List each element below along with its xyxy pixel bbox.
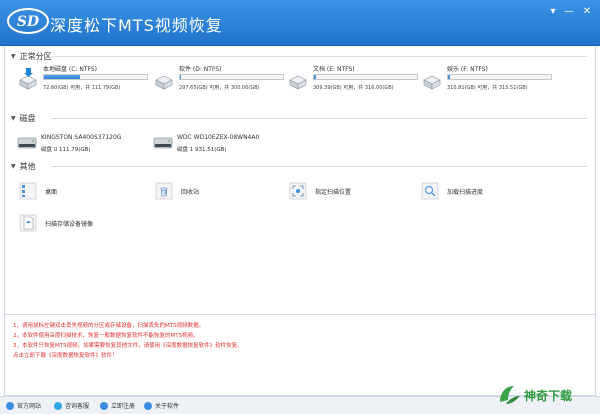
disk-0[interactable]: KINGSTON SA400S37120G 磁盘 0 111.79(GB) — [17, 132, 157, 158]
other-label: 指定扫描位置 — [315, 189, 352, 196]
disk-image-icon — [19, 214, 37, 232]
section-title: 其他 — [19, 161, 36, 171]
about-link[interactable]: 关于软件 — [144, 401, 179, 410]
watermark: 神奇下载 — [496, 382, 592, 408]
load-progress-icon — [421, 182, 439, 200]
partition-e[interactable]: 文档 (E: NTFS) 309.39(GB) 可用，共 316.00(GB) — [287, 64, 427, 98]
usage-bar — [313, 74, 418, 80]
other-recycle-bin[interactable]: 回收站 — [155, 182, 275, 202]
disk-model: KINGSTON SA400S37120G — [41, 134, 122, 141]
other-label: 回收站 — [181, 189, 200, 196]
note-line: 1，请用鼠标左键双击丢失视频的分区或存储设备，扫描丢失的MTS视频数据。 — [13, 323, 205, 329]
register-link[interactable]: 立即注册 — [100, 401, 135, 410]
divider — [51, 166, 587, 167]
scan-location-icon — [289, 182, 307, 200]
section-title: 正常分区 — [19, 51, 52, 61]
partition-c[interactable]: 本地磁盘 (C: NTFS) 72.60(GB) 可用，共 111.79(GB) — [17, 64, 157, 98]
footer-label: 立即注册 — [111, 403, 136, 410]
section-partitions: ▼ 正常分区 — [11, 50, 591, 62]
app-title: 深度松下MTS视频恢复 — [50, 16, 223, 35]
chevron-down-icon[interactable]: ▼ — [11, 53, 16, 60]
other-label: 桌面 — [45, 189, 58, 196]
close-button[interactable]: ✕ — [580, 6, 594, 18]
disk-1[interactable]: WDC WD10EZEX-08WN4A0 磁盘 1 931.51(GB) — [153, 132, 293, 158]
desktop-icon — [19, 182, 37, 200]
usage-bar-fill — [44, 75, 81, 79]
main-panel: ▼ 正常分区 本地磁盘 (C: NTFS) 72.60(GB) 可用，共 111… — [4, 46, 596, 314]
usage-bar — [447, 74, 552, 80]
other-load-progress[interactable]: 加载扫描进度 — [421, 182, 551, 202]
divider — [51, 118, 587, 119]
disk-info: 磁盘 0 111.79(GB) — [41, 147, 91, 153]
usage-bar-fill — [448, 75, 451, 79]
drive-icon — [289, 75, 307, 90]
drive-icon — [19, 68, 37, 90]
footer-label: 官方网站 — [17, 403, 42, 410]
partition-name: 软件 (D: NTFS) — [179, 66, 222, 73]
drive-icon — [423, 75, 441, 90]
drive-icon — [155, 75, 173, 90]
chevron-down-icon[interactable]: ▼ — [11, 163, 16, 170]
hard-disk-icon — [17, 137, 37, 149]
disk-info: 磁盘 1 931.51(GB) — [177, 147, 227, 153]
other-desktop[interactable]: 桌面 — [19, 182, 139, 202]
note-line: 2，本软件使用深度扫描技术，恢复一般数据恢复软件不能恢复的MTS视频。 — [13, 333, 199, 339]
app-logo-icon: SD — [7, 8, 49, 34]
website-link[interactable]: 官方网站 — [6, 401, 41, 410]
section-others: ▼ 其他 — [11, 160, 591, 172]
other-label: 扫描存储设备镜像 — [45, 221, 94, 228]
minimize-button[interactable]: — — [562, 6, 576, 18]
partition-name: 娱乐 (F: NTFS) — [447, 66, 488, 73]
partition-f[interactable]: 娱乐 (F: NTFS) 310.81(GB) 可用，共 315.51(GB) — [421, 64, 561, 98]
chevron-down-icon[interactable]: ▼ — [11, 115, 16, 122]
footer-label: 关于软件 — [155, 403, 180, 410]
usage-bar — [43, 74, 148, 80]
partition-info: 72.60(GB) 可用，共 111.79(GB) — [43, 85, 121, 91]
support-link[interactable]: 咨询客服 — [54, 401, 89, 410]
usage-bar-fill — [314, 75, 317, 79]
partition-name: 本地磁盘 (C: NTFS) — [43, 66, 98, 73]
other-scan-location[interactable]: 指定扫描位置 — [289, 182, 419, 202]
section-disks: ▼ 磁盘 — [11, 112, 591, 124]
note-line: 3，本软件只恢复MTS视频，如果需要恢复其他文件，请使用《深度数据恢复软件》软件… — [13, 343, 243, 349]
section-title: 磁盘 — [19, 113, 36, 123]
register-icon — [100, 401, 108, 410]
usage-bar-fill — [180, 75, 182, 79]
info-icon — [144, 401, 152, 410]
partition-d[interactable]: 软件 (D: NTFS) 297.65(GB) 可用，共 300.00(GB) — [153, 64, 293, 98]
recycle-bin-icon — [155, 182, 173, 200]
usage-bar — [179, 74, 284, 80]
partition-info: 297.65(GB) 可用，共 300.00(GB) — [179, 85, 260, 91]
title-bar: SD 深度松下MTS视频恢复 ▾ — ✕ — [0, 0, 600, 46]
download-link[interactable]: 点击立即下载《深度数据恢复软件》软件！ — [13, 351, 118, 359]
home-icon — [6, 401, 14, 410]
menu-button[interactable]: ▾ — [546, 6, 560, 18]
disk-model: WDC WD10EZEX-08WN4A0 — [177, 134, 260, 141]
hard-disk-icon — [153, 137, 173, 149]
partition-info: 310.81(GB) 可用，共 315.51(GB) — [447, 85, 528, 91]
partition-name: 文档 (E: NTFS) — [313, 66, 355, 73]
watermark-text: 神奇下载 — [524, 389, 573, 403]
other-label: 加载扫描进度 — [447, 189, 484, 196]
other-disk-image[interactable]: 扫描存储设备镜像 — [19, 214, 179, 234]
chat-icon — [54, 401, 62, 410]
divider — [51, 56, 587, 57]
partition-info: 309.39(GB) 可用，共 316.00(GB) — [313, 85, 394, 91]
footer-label: 咨询客服 — [65, 403, 90, 410]
svg-text:SD: SD — [17, 14, 40, 30]
